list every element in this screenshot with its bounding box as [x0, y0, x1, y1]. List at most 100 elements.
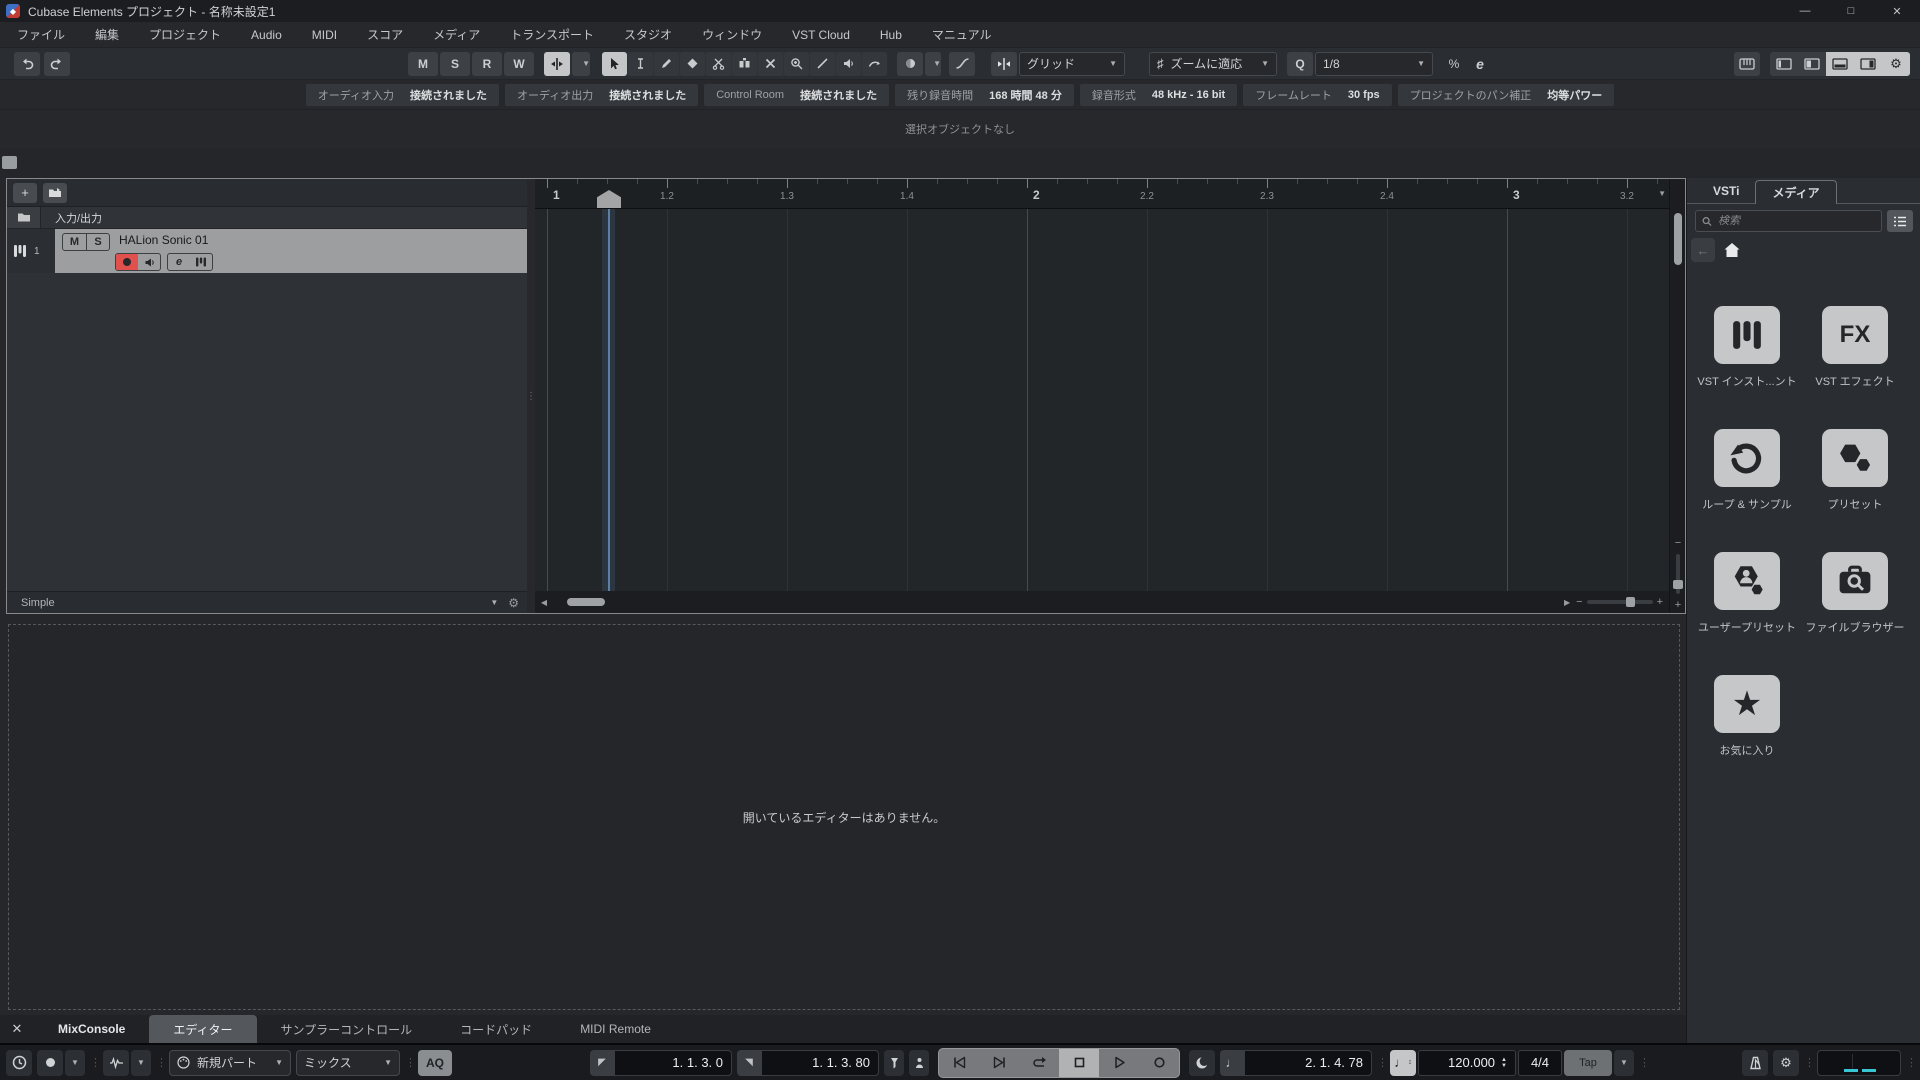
scroll-right-icon[interactable]: ▶: [1560, 598, 1574, 607]
lower-tab-3[interactable]: コードパッド: [436, 1015, 556, 1043]
instrument-track-row[interactable]: 1 M S HALion Sonic 01 e: [7, 229, 527, 273]
auto-scroll-button[interactable]: [544, 51, 570, 76]
results-list-button[interactable]: [1887, 210, 1913, 232]
zoom-out-icon[interactable]: −: [1576, 596, 1582, 608]
menu-item-8[interactable]: スタジオ: [609, 22, 687, 48]
menu-item-7[interactable]: トランスポート: [495, 22, 609, 48]
color-menu-button[interactable]: ▼: [925, 51, 941, 76]
quantize-preset-dropdown[interactable]: 1/8 ▼: [1315, 51, 1433, 76]
vzoom-slider-track[interactable]: [1673, 554, 1683, 594]
automation-curve-button[interactable]: [949, 51, 975, 76]
menu-item-12[interactable]: マニュアル: [917, 22, 1007, 48]
go-to-previous-marker-button[interactable]: [939, 1049, 979, 1077]
tempo-track-button[interactable]: ♩ ↕: [1390, 1049, 1416, 1076]
home-icon[interactable]: [1723, 242, 1741, 258]
status-chip-4[interactable]: 録音形式 48 kHz - 16 bit: [1079, 83, 1238, 106]
horizontal-scroll-track[interactable]: [553, 591, 1558, 613]
show-inspector-button[interactable]: [1770, 51, 1798, 76]
monitor-button[interactable]: [138, 254, 160, 270]
track-name[interactable]: HALion Sonic 01: [119, 233, 208, 247]
spin-down-icon[interactable]: ▼: [1501, 1063, 1507, 1069]
snap-button[interactable]: [991, 51, 1017, 76]
add-track-button[interactable]: +: [13, 182, 37, 203]
minimize-button[interactable]: —: [1782, 0, 1828, 22]
vzoom-slider-thumb[interactable]: [1673, 580, 1683, 589]
menu-item-4[interactable]: MIDI: [297, 22, 352, 48]
stop-button[interactable]: [1059, 1048, 1099, 1077]
range-selection-tool[interactable]: [628, 51, 653, 76]
vzoom-out-icon[interactable]: −: [1675, 537, 1681, 549]
menu-item-0[interactable]: ファイル: [2, 22, 80, 48]
tempo-display[interactable]: 120.000 ▲ ▼: [1418, 1049, 1516, 1076]
right-zone-tab-0[interactable]: VSTi: [1697, 179, 1755, 203]
record-mode-button[interactable]: [37, 1049, 63, 1076]
erase-tool[interactable]: [680, 51, 705, 76]
section-grip[interactable]: ⋮: [1906, 1056, 1917, 1069]
playhead-marker[interactable]: [597, 190, 621, 208]
audio-record-mode-button[interactable]: [103, 1049, 129, 1076]
iterative-quantize-button[interactable]: %: [1441, 52, 1467, 76]
tempo-spinner[interactable]: ▲ ▼: [1501, 1057, 1507, 1069]
lower-tab-2[interactable]: サンプラーコントロール: [257, 1015, 437, 1043]
track-preset-button[interactable]: [43, 182, 67, 203]
left-locator-flag-icon[interactable]: ◤: [590, 1049, 614, 1076]
section-grip[interactable]: ⋮: [1804, 1056, 1815, 1069]
media-tile-file-browser[interactable]: [1822, 552, 1888, 610]
overview-thumb[interactable]: [2, 156, 17, 169]
auto-scroll-options-button[interactable]: ▼: [572, 51, 590, 76]
feedback-tool[interactable]: [862, 51, 887, 76]
show-right-zone-button[interactable]: [1854, 51, 1882, 76]
go-to-next-marker-button[interactable]: [979, 1049, 1019, 1077]
right-locator-display[interactable]: 1. 1. 3. 80: [761, 1049, 879, 1076]
draw-tool[interactable]: [654, 51, 679, 76]
time-display[interactable]: 2. 1. 4. 78: [1244, 1049, 1372, 1076]
section-grip[interactable]: ⋮: [1639, 1056, 1650, 1069]
auto-quantize-button[interactable]: AQ: [418, 1049, 452, 1076]
menu-item-10[interactable]: VST Cloud: [777, 22, 865, 48]
track-list-divider[interactable]: ⋮: [526, 179, 536, 613]
section-grip[interactable]: ⋮: [1377, 1056, 1388, 1069]
timeline-ruler[interactable]: ▼ 1 1.2 1.3 1.4 2 2.2 2.3 2.4 3 3.2: [535, 179, 1669, 209]
show-left-zone-button[interactable]: [1798, 51, 1826, 76]
ruler-options-icon[interactable]: ▼: [1658, 189, 1666, 198]
tap-tempo-button[interactable]: Tap: [1564, 1049, 1612, 1076]
workspace-preset-label[interactable]: Simple: [21, 597, 55, 609]
status-chip-3[interactable]: 残り録音時間 168 時間 48 分: [895, 83, 1074, 106]
pre-roll-button[interactable]: [1189, 1049, 1215, 1076]
mute-tool[interactable]: [758, 51, 783, 76]
time-signature-display[interactable]: 4/4: [1518, 1049, 1562, 1076]
play-tool[interactable]: [836, 51, 861, 76]
zoom-slider-track[interactable]: [1586, 597, 1653, 607]
edit-channel-button[interactable]: e: [168, 254, 190, 270]
object-selection-tool[interactable]: [602, 51, 627, 76]
global-r-button[interactable]: R: [472, 51, 502, 76]
global-s-button[interactable]: S: [440, 51, 470, 76]
status-chip-5[interactable]: フレームレート 30 fps: [1243, 83, 1392, 106]
media-tile-instrument[interactable]: [1714, 306, 1780, 364]
menu-item-6[interactable]: メディア: [418, 22, 495, 48]
scroll-left-icon[interactable]: ◀: [537, 598, 551, 607]
record-button[interactable]: [1139, 1049, 1179, 1077]
search-box[interactable]: [1695, 210, 1882, 232]
midi-record-mode-dropdown[interactable]: 新規パート ▼: [169, 1049, 291, 1076]
menu-item-11[interactable]: Hub: [865, 22, 917, 48]
lower-tab-0[interactable]: MixConsole: [34, 1015, 149, 1043]
media-tile-presets[interactable]: [1822, 429, 1888, 487]
constrain-delay-button[interactable]: [6, 1049, 32, 1076]
color-tool-button[interactable]: [897, 51, 923, 76]
play-button[interactable]: [1099, 1049, 1139, 1077]
zoom-preset-dropdown[interactable]: ♯ ズームに適応 ▼: [1149, 51, 1277, 76]
metronome-button[interactable]: [1742, 1049, 1768, 1076]
time-format-icon[interactable]: ♩: [1220, 1049, 1244, 1076]
lower-tab-1[interactable]: エディター: [149, 1015, 257, 1043]
global-w-button[interactable]: W: [504, 51, 534, 76]
zoom-tool[interactable]: [784, 51, 809, 76]
line-tool[interactable]: [810, 51, 835, 76]
setup-toolbar-button[interactable]: ⚙: [1882, 51, 1910, 76]
mute-button[interactable]: M: [63, 234, 86, 250]
tempo-menu-button[interactable]: ▼: [1614, 1049, 1634, 1076]
back-button[interactable]: ←: [1691, 238, 1715, 262]
global-m-button[interactable]: M: [408, 51, 438, 76]
vzoom-in-icon[interactable]: +: [1675, 599, 1681, 611]
section-grip[interactable]: ⋮: [90, 1056, 101, 1069]
